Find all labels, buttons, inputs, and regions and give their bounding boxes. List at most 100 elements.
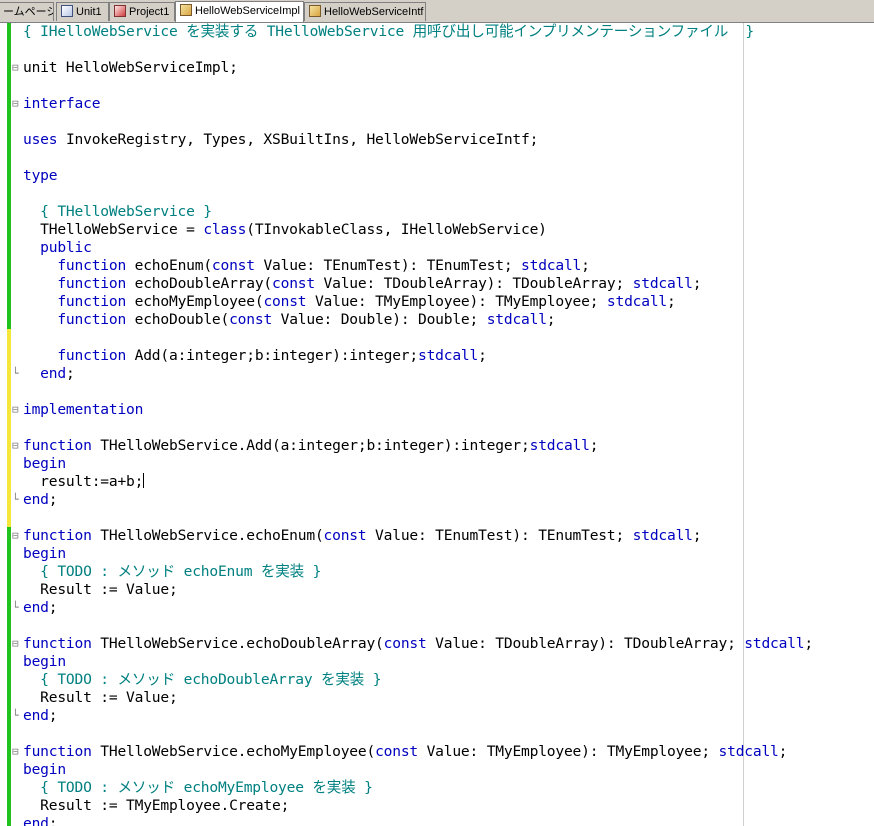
code-line[interactable]: └ end; xyxy=(0,491,874,509)
code-line[interactable] xyxy=(0,41,874,59)
keyword-token: stdcall xyxy=(632,527,693,544)
text-token: ; xyxy=(48,491,58,508)
code-line[interactable] xyxy=(0,419,874,437)
code-line[interactable]: { THelloWebService } xyxy=(0,203,874,221)
code-line[interactable]: { TODO : メソッド echoDoubleArray を実装 } xyxy=(0,671,874,689)
code-line[interactable] xyxy=(0,617,874,635)
code-editor[interactable]: { IHelloWebService を実装する THelloWebServic… xyxy=(0,23,874,826)
code-line[interactable] xyxy=(0,725,874,743)
code-line[interactable]: function echoDouble(const Value: Double)… xyxy=(0,311,874,329)
text-token: THelloWebService.echoEnum( xyxy=(91,527,324,544)
code-line[interactable] xyxy=(0,77,874,95)
text-token: ; xyxy=(589,437,599,454)
tab-label: Unit1 xyxy=(76,6,102,18)
text-token: ; xyxy=(667,293,676,310)
code-line[interactable]: { IHelloWebService を実装する THelloWebServic… xyxy=(0,23,874,41)
code-line[interactable] xyxy=(0,185,874,203)
code-text: implementation xyxy=(23,401,143,419)
keyword-token: end xyxy=(23,707,49,724)
code-line[interactable]: └ end; xyxy=(0,365,874,383)
code-line[interactable]: Result := TMyEmployee.Create; xyxy=(0,797,874,815)
code-line[interactable] xyxy=(0,329,874,347)
tab-label: Project1 xyxy=(129,6,170,18)
code-line[interactable]: Result := Value; xyxy=(0,581,874,599)
code-line[interactable]: ⊟ function THelloWebService.echoEnum(cons… xyxy=(0,527,874,545)
code-line[interactable] xyxy=(0,149,874,167)
code-line[interactable]: function Add(a:integer;b:integer):intege… xyxy=(0,347,874,365)
code-line[interactable]: ⊟ unit HelloWebServiceImpl; xyxy=(0,59,874,77)
code-line[interactable]: function echoEnum(const Value: TEnumTest… xyxy=(0,257,874,275)
code-line[interactable]: ⊟ function THelloWebService.Add(a:integer… xyxy=(0,437,874,455)
code-line[interactable]: THelloWebService = class(TInvokableClass… xyxy=(0,221,874,239)
code-text: THelloWebService = class(TInvokableClass… xyxy=(23,221,547,239)
code-line[interactable]: begin xyxy=(0,761,874,779)
code-text: function THelloWebService.echoDoubleArra… xyxy=(23,635,813,653)
fold-toggle-icon[interactable]: ⊟ xyxy=(12,635,21,653)
code-line[interactable]: ⊟ interface xyxy=(0,95,874,113)
text-token: echoEnum( xyxy=(126,257,212,274)
tab-project1[interactable]: Project1 xyxy=(109,2,175,21)
code-text: function echoDouble(const Value: Double)… xyxy=(23,311,555,329)
text-token: ; xyxy=(546,311,556,328)
keyword-token: end xyxy=(23,815,49,826)
keyword-token: begin xyxy=(23,455,66,472)
fold-toggle-icon[interactable]: ⊟ xyxy=(12,401,21,419)
code-line[interactable]: { TODO : メソッド echoMyEmployee を実装 } xyxy=(0,779,874,797)
code-line[interactable]: Result := Value; xyxy=(0,689,874,707)
fold-toggle-icon[interactable]: ⊟ xyxy=(12,95,21,113)
keyword-token: stdcall xyxy=(417,347,479,364)
code-line[interactable]: result:=a+b; xyxy=(0,473,874,491)
code-line[interactable]: begin xyxy=(0,545,874,563)
tab-hellowebserviceimpl[interactable]: HelloWebServiceImpl xyxy=(175,1,304,22)
keyword-token: stdcall xyxy=(606,293,668,310)
code-line[interactable]: public xyxy=(0,239,874,257)
code-line[interactable]: ⊟ function THelloWebService.echoDoubleArr… xyxy=(0,635,874,653)
code-text: end; xyxy=(23,815,58,826)
code-text: Result := TMyEmployee.Create; xyxy=(23,797,289,815)
code-line[interactable]: function echoMyEmployee(const Value: TMy… xyxy=(0,293,874,311)
code-line[interactable]: function echoDoubleArray(const Value: TD… xyxy=(0,275,874,293)
code-line[interactable]: └ end; xyxy=(0,599,874,617)
keyword-token: function xyxy=(23,311,127,328)
code-line[interactable]: type xyxy=(0,167,874,185)
editor-tab-bar: ームページ Unit1 Project1 HelloWebServiceImpl Hel… xyxy=(0,0,874,23)
code-line[interactable]: begin xyxy=(0,455,874,473)
keyword-token: function xyxy=(23,257,127,274)
code-text: Result := Value; xyxy=(23,581,178,599)
fold-toggle-icon[interactable]: ⊟ xyxy=(12,743,21,761)
tab-hellowebserviceintf[interactable]: HelloWebServiceIntf xyxy=(304,2,426,21)
keyword-token: function xyxy=(23,635,92,652)
code-text: begin xyxy=(23,545,66,563)
code-line[interactable]: begin xyxy=(0,653,874,671)
keyword-token: end xyxy=(23,599,49,616)
keyword-token: class xyxy=(203,221,247,238)
text-token: ; xyxy=(65,365,75,382)
text-token: ; xyxy=(48,815,58,826)
code-line[interactable] xyxy=(0,113,874,131)
fold-toggle-icon[interactable]: ⊟ xyxy=(12,59,21,77)
code-line[interactable]: end; xyxy=(0,815,874,826)
text-caret xyxy=(143,473,145,488)
text-token: ; xyxy=(478,347,487,364)
code-text: { TODO : メソッド echoMyEmployee を実装 } xyxy=(23,779,373,797)
code-line[interactable]: ⊟ implementation xyxy=(0,401,874,419)
tab--[interactable]: ームページ xyxy=(0,2,54,21)
fold-toggle-icon[interactable]: ⊟ xyxy=(12,437,21,455)
text-token: THelloWebService = xyxy=(23,221,204,238)
fold-toggle-icon[interactable]: ⊟ xyxy=(12,527,21,545)
code-line[interactable]: └ end; xyxy=(0,707,874,725)
keyword-token: function xyxy=(23,293,127,310)
code-line[interactable]: uses InvokeRegistry, Types, XSBuiltIns, … xyxy=(0,131,874,149)
text-token: THelloWebService.Add(a:integer;b:integer… xyxy=(91,437,530,454)
code-line[interactable] xyxy=(0,509,874,527)
code-text: end; xyxy=(23,365,75,383)
keyword-token: stdcall xyxy=(521,257,582,274)
code-line[interactable]: ⊟ function THelloWebService.echoMyEmploye… xyxy=(0,743,874,761)
text-token: ; xyxy=(692,527,702,544)
tab-unit1[interactable]: Unit1 xyxy=(56,2,109,21)
text-token: Result := TMyEmployee.Create; xyxy=(23,797,290,814)
code-line[interactable] xyxy=(0,383,874,401)
text-token: ; xyxy=(692,275,702,292)
code-line[interactable]: { TODO : メソッド echoEnum を実装 } xyxy=(0,563,874,581)
code-text: end; xyxy=(23,491,58,509)
